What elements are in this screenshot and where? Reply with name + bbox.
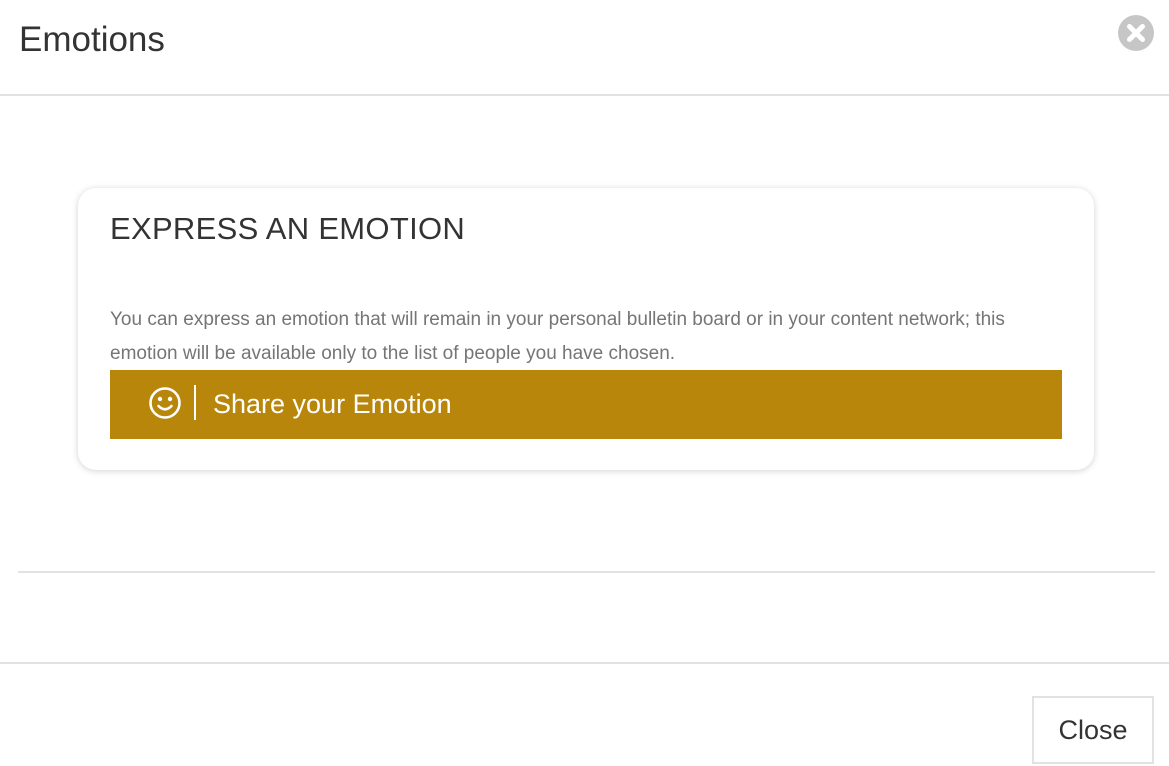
express-emotion-card: EXPRESS AN EMOTION You can express an em…	[78, 188, 1094, 470]
emotions-dialog: Emotions EXPRESS AN EMOTION You can expr…	[0, 0, 1169, 766]
smiley-icon	[148, 386, 182, 420]
dialog-title: Emotions	[19, 20, 165, 59]
card-description: You can express an emotion that will rem…	[110, 309, 1005, 364]
dialog-header: Emotions	[0, 0, 1169, 96]
close-x-glyph	[1127, 24, 1145, 42]
share-button-label: Share your Emotion	[213, 389, 452, 419]
share-button-divider	[194, 385, 196, 420]
share-emotion-button[interactable]: Share your Emotion	[110, 370, 1062, 439]
dialog-footer: Close	[0, 662, 1169, 766]
close-button[interactable]: Close	[1032, 696, 1154, 764]
close-icon[interactable]	[1118, 15, 1154, 51]
content-divider	[18, 571, 1155, 573]
card-heading: EXPRESS AN EMOTION	[110, 211, 466, 246]
